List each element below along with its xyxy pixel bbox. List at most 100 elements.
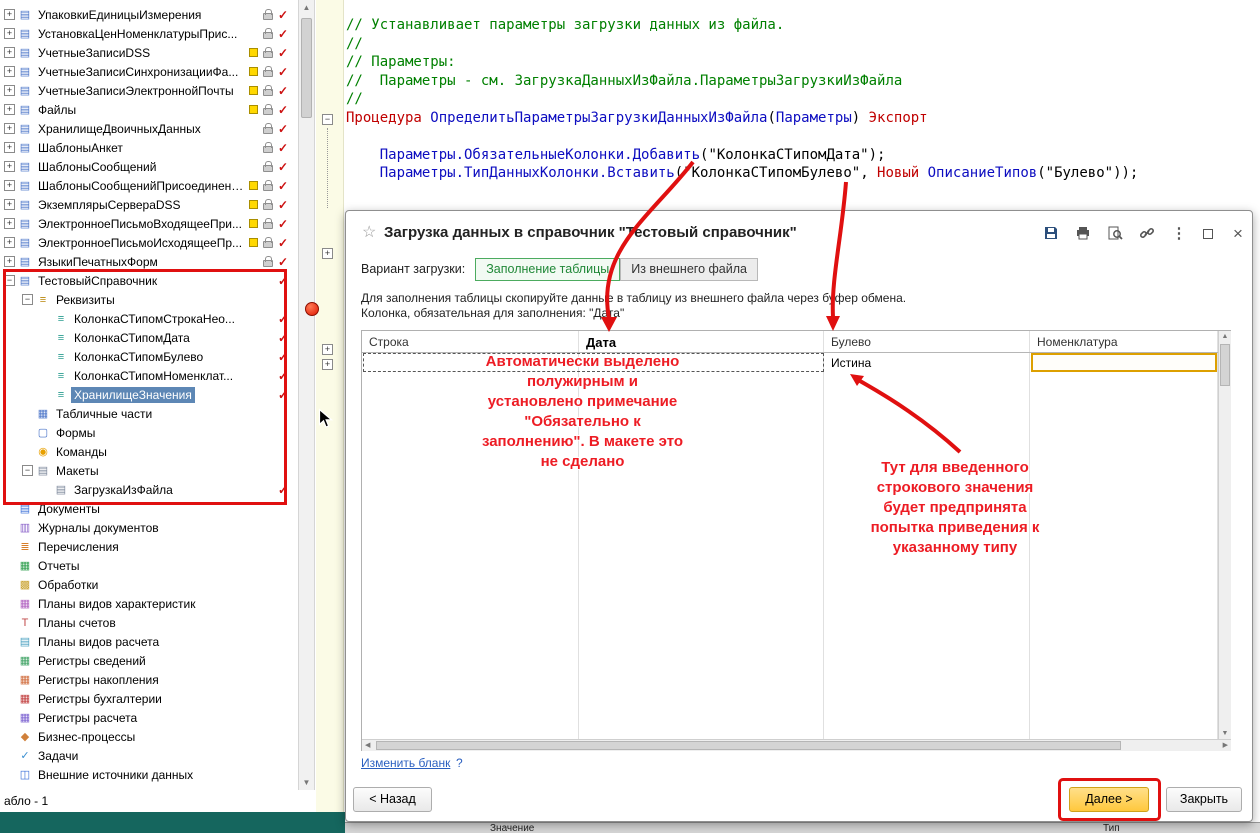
expand-icon[interactable]: +: [4, 47, 15, 58]
tree-item[interactable]: ▤Документы: [0, 499, 298, 518]
collapse-icon[interactable]: −: [4, 275, 15, 286]
expand-icon[interactable]: +: [4, 256, 15, 267]
tree-item[interactable]: ▦Регистры накопления: [0, 670, 298, 689]
expand-icon[interactable]: +: [4, 218, 15, 229]
save-icon[interactable]: [1040, 225, 1062, 245]
tree-item[interactable]: ▦Регистры бухгалтерии: [0, 689, 298, 708]
scrollbar-thumb[interactable]: [376, 741, 1121, 750]
collapse-icon[interactable]: −: [22, 465, 33, 476]
tree-item[interactable]: −▤ТестовыйСправочник✓: [0, 271, 298, 290]
tree-item[interactable]: ▤ЗагрузкаИзФайла✓: [0, 480, 298, 499]
edit-form-link[interactable]: Изменить бланк: [361, 756, 450, 770]
tree-item[interactable]: ▢Формы: [0, 423, 298, 442]
tree-item[interactable]: +▤ЯзыкиПечатныхФорм✓: [0, 252, 298, 271]
print-icon[interactable]: [1072, 225, 1094, 245]
tree-item[interactable]: +▤ХранилищеДвоичныхДанных✓: [0, 119, 298, 138]
expand-icon[interactable]: +: [4, 85, 15, 96]
tree-item[interactable]: +▤УчетныеЗаписиСинхронизацииФа...✓: [0, 62, 298, 81]
tree-item[interactable]: +▤УчетныеЗаписиЭлектроннойПочты✓: [0, 81, 298, 100]
expand-icon[interactable]: +: [4, 66, 15, 77]
tree-item[interactable]: ◆Бизнес-процессы: [0, 727, 298, 746]
table-cell-bulevo-value[interactable]: Истина: [831, 356, 871, 370]
scroll-down-icon[interactable]: ▼: [299, 778, 314, 787]
support-badge: [249, 86, 258, 95]
tree-item[interactable]: ▤Планы видов расчета: [0, 632, 298, 651]
tree-item[interactable]: ≡ХранилищеЗначения✓: [0, 385, 298, 404]
close-button[interactable]: Закрыть: [1166, 787, 1242, 812]
tree-item[interactable]: ▩Обработки: [0, 575, 298, 594]
table-horizontal-scrollbar[interactable]: ◀ ▶: [362, 739, 1231, 751]
tree-item[interactable]: −▤Макеты: [0, 461, 298, 480]
expand-icon[interactable]: +: [4, 123, 15, 134]
scroll-left-icon[interactable]: ◀: [365, 740, 370, 751]
tree-item[interactable]: +▤ЭлектронноеПисьмоИсходящееПр...✓: [0, 233, 298, 252]
close-icon[interactable]: ×: [1227, 225, 1249, 245]
scroll-down-icon[interactable]: ▼: [1219, 730, 1231, 737]
expand-icon[interactable]: +: [4, 28, 15, 39]
tree-item[interactable]: −≡Реквизиты: [0, 290, 298, 309]
expand-icon[interactable]: +: [4, 161, 15, 172]
code-fold-expand-icon[interactable]: +: [322, 344, 333, 355]
tree-item-label: ЗагрузкаИзФайла: [71, 482, 176, 498]
expand-icon[interactable]: +: [4, 199, 15, 210]
link-icon[interactable]: [1136, 225, 1158, 245]
expand-icon[interactable]: +: [4, 237, 15, 248]
tree-item-label: ЭлектронноеПисьмоИсходящееПр...: [35, 235, 245, 251]
tree-item[interactable]: +▤ШаблоныСообщенийПрисоединенн...✓: [0, 176, 298, 195]
tree-item[interactable]: ▦Табличные части: [0, 404, 298, 423]
tree-vertical-scrollbar[interactable]: ▲ ▼: [298, 0, 315, 790]
favorite-star-icon[interactable]: ☆: [362, 222, 376, 242]
next-button[interactable]: Далее >: [1069, 787, 1149, 812]
tree-item[interactable]: ▦Отчеты: [0, 556, 298, 575]
breakpoint-marker[interactable]: [305, 302, 319, 316]
tree-item[interactable]: +▤УстановкаЦенНоменклатурыПрис...✓: [0, 24, 298, 43]
tree-item[interactable]: ≡КолонкаСТипомНоменклат...✓: [0, 366, 298, 385]
attribute-icon: ≡: [54, 388, 68, 402]
tasks-icon: ✓: [18, 749, 32, 763]
tree-item[interactable]: +▤УпаковкиЕдиницыИзмерения✓: [0, 5, 298, 24]
tree-item[interactable]: ТПланы счетов: [0, 613, 298, 632]
tree-item[interactable]: ▦Регистры расчета: [0, 708, 298, 727]
more-menu-icon[interactable]: ⋮: [1168, 225, 1190, 245]
tree-item[interactable]: ◉Команды: [0, 442, 298, 461]
tree-item[interactable]: +▤ЭлектронноеПисьмоВходящееПри...✓: [0, 214, 298, 233]
tree-item[interactable]: ◫Внешние источники данных: [0, 765, 298, 784]
tree-item[interactable]: +▤ШаблоныСообщений✓: [0, 157, 298, 176]
tab-external-file[interactable]: Из внешнего файла: [620, 258, 758, 281]
table-column-stroka: Строка: [362, 331, 579, 739]
tree-item[interactable]: ✓Задачи: [0, 746, 298, 765]
preview-search-icon[interactable]: [1104, 225, 1126, 245]
table-vertical-scrollbar[interactable]: ▲ ▼: [1218, 331, 1231, 739]
code-fold-expand-icon[interactable]: +: [322, 359, 333, 370]
scroll-right-icon[interactable]: ▶: [1223, 740, 1228, 751]
expand-icon[interactable]: +: [4, 104, 15, 115]
code-fold-collapse-icon[interactable]: −: [322, 114, 333, 125]
tree-item[interactable]: +▤УчетныеЗаписиDSS✓: [0, 43, 298, 62]
expand-icon[interactable]: +: [4, 142, 15, 153]
tree-item[interactable]: ≡КолонкаСТипомСтрокаНео...✓: [0, 309, 298, 328]
expand-icon[interactable]: +: [4, 180, 15, 191]
code-fold-expand-icon[interactable]: +: [322, 248, 333, 259]
tree-item[interactable]: +▤Файлы✓: [0, 100, 298, 119]
tree-item[interactable]: ≡КолонкаСТипомДата✓: [0, 328, 298, 347]
scroll-up-icon[interactable]: ▲: [1219, 333, 1231, 340]
scrollbar-thumb[interactable]: [301, 18, 312, 118]
tree-item[interactable]: ≣Перечисления: [0, 537, 298, 556]
code-line: [346, 127, 1260, 146]
maximize-icon[interactable]: [1197, 225, 1219, 245]
tree-item[interactable]: +▤ЭкземплярыСервераDSS✓: [0, 195, 298, 214]
help-question-mark[interactable]: ?: [456, 756, 463, 770]
tab-fill-table[interactable]: Заполнение таблицы: [475, 258, 620, 281]
collapse-icon[interactable]: −: [22, 294, 33, 305]
tree-item[interactable]: ▥Журналы документов: [0, 518, 298, 537]
expand-icon[interactable]: +: [4, 9, 15, 20]
tree-item[interactable]: ▦Планы видов характеристик: [0, 594, 298, 613]
back-button[interactable]: < Назад: [353, 787, 432, 812]
scrollbar-thumb[interactable]: [1220, 344, 1230, 386]
tree-item[interactable]: ≡КолонкаСТипомБулево✓: [0, 347, 298, 366]
tablo-tab[interactable]: абло - 1: [4, 794, 48, 808]
scroll-up-icon[interactable]: ▲: [299, 3, 314, 12]
tree-item[interactable]: ▦Регистры сведений: [0, 651, 298, 670]
tree-item[interactable]: +▤ШаблоныАнкет✓: [0, 138, 298, 157]
active-edit-cell[interactable]: [1031, 353, 1217, 372]
